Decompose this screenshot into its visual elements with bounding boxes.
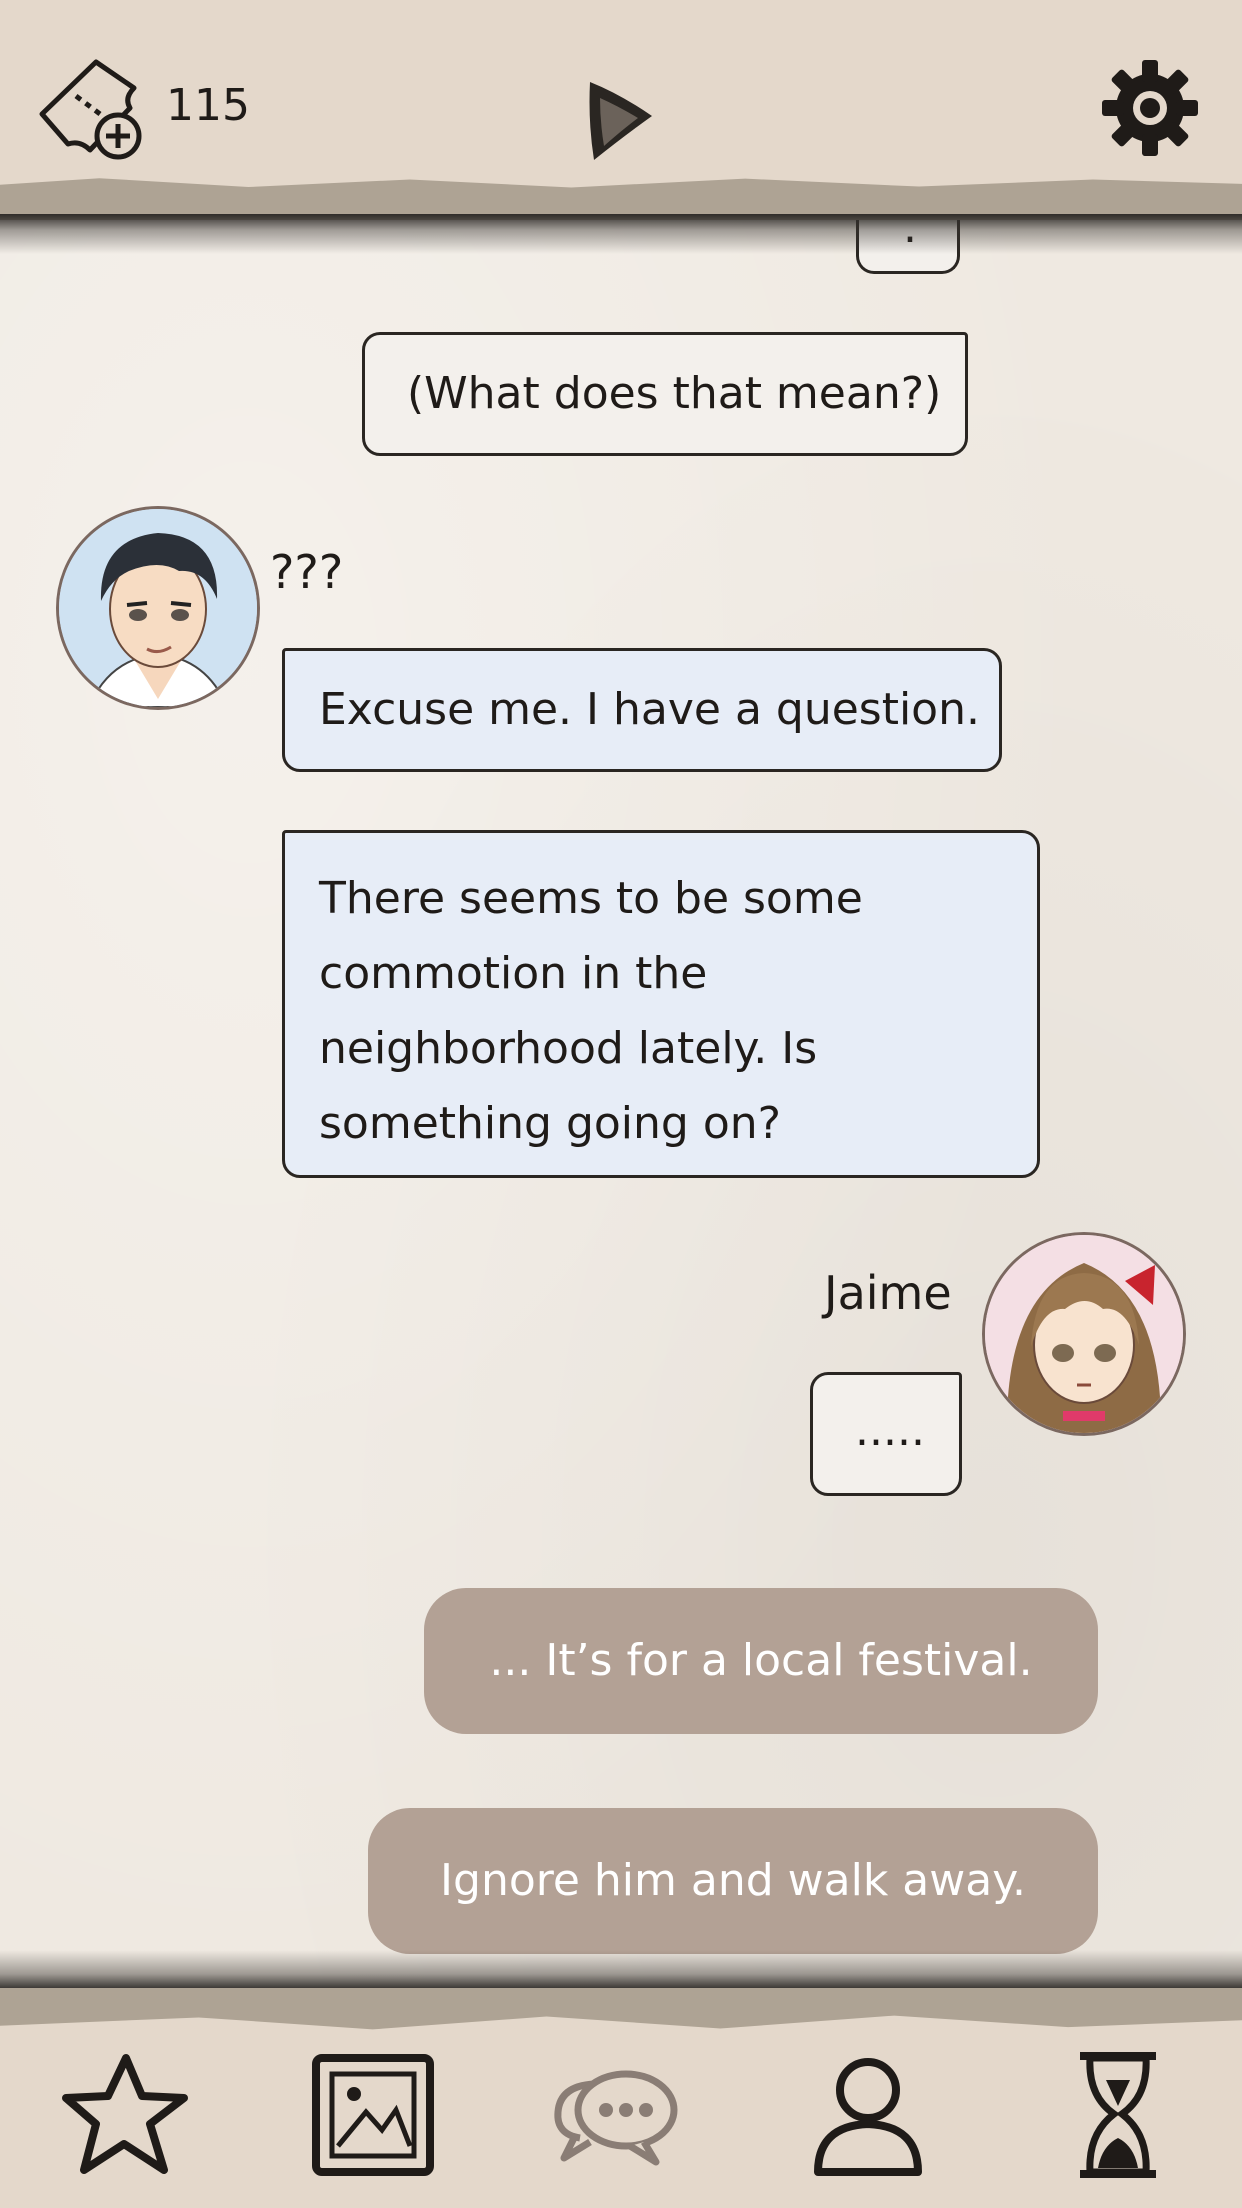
profile-icon[interactable] [804, 2050, 934, 2180]
gallery-icon[interactable] [308, 2050, 438, 2180]
bottom-shadow [0, 1950, 1242, 1990]
player-speaker-name: Jaime [824, 1266, 952, 1320]
ticket-plus-icon[interactable] [38, 58, 148, 160]
player-avatar [982, 1232, 1186, 1436]
other-message-bubble-1: Excuse me. I have a question. [282, 648, 1002, 772]
choice-option-1[interactable]: ... It’s for a local festival. [424, 1588, 1098, 1734]
player-reply-bubble: ..... [810, 1372, 962, 1496]
top-shadow [0, 214, 1242, 254]
player-reply-text: ..... [855, 1405, 925, 1456]
hourglass-icon[interactable] [1052, 2050, 1182, 2180]
gear-icon[interactable] [1100, 58, 1200, 158]
other-message-line: There seems to be some [319, 873, 863, 924]
other-message-bubble-2: There seems to be some commotion in the … [282, 830, 1040, 1178]
chat-icon[interactable] [550, 2050, 680, 2180]
other-message-line: commotion in the [319, 948, 708, 999]
choice-option-1-label: ... It’s for a local festival. [489, 1635, 1033, 1686]
ticket-count: 115 [166, 80, 250, 131]
other-message-text-2: There seems to be some commotion in the … [319, 861, 863, 1161]
choice-option-2[interactable]: Ignore him and walk away. [368, 1808, 1098, 1954]
other-message-line: something going on? [319, 1098, 781, 1149]
other-speaker-name: ??? [270, 545, 344, 599]
choice-option-2-label: Ignore him and walk away. [440, 1855, 1026, 1906]
other-message-line: neighborhood lately. Is [319, 1023, 818, 1074]
player-thought-bubble: (What does that mean?) [362, 332, 968, 456]
star-icon[interactable] [60, 2050, 190, 2180]
other-avatar [56, 506, 260, 710]
play-triangle-icon[interactable] [584, 76, 656, 166]
player-thought-text: (What does that mean?) [407, 368, 942, 419]
other-message-text-1: Excuse me. I have a question. [319, 684, 980, 735]
